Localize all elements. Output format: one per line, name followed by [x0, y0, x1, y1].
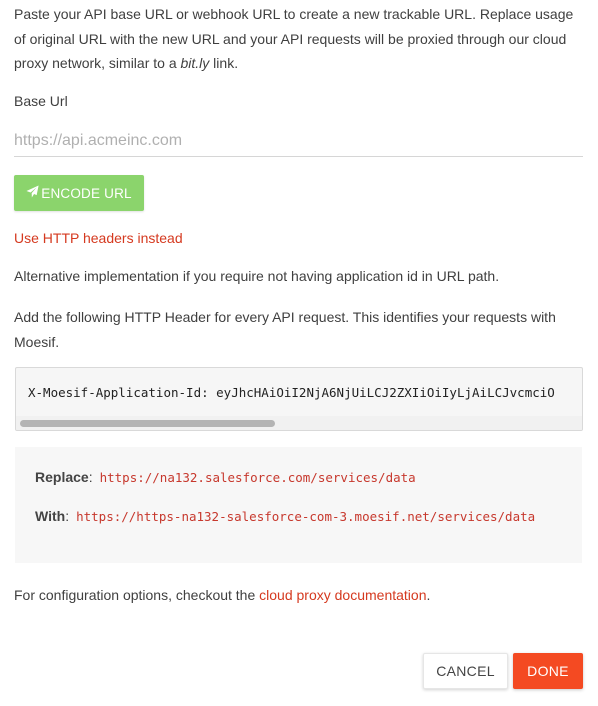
header-code-block: X-Moesif-Application-Id: eyJhcHAiOiI2NjA…	[15, 367, 583, 431]
replace-colon: :	[88, 469, 93, 485]
cancel-button[interactable]: CANCEL	[423, 653, 508, 689]
config-options-text: For configuration options, checkout the …	[14, 587, 430, 603]
add-header-text: Add the following HTTP Header for every …	[14, 309, 556, 350]
encode-url-button[interactable]: ENCODE URL	[14, 175, 144, 211]
with-row: With: https://https-na132-salesforce-com…	[35, 508, 535, 524]
replace-label: Replace	[35, 469, 89, 485]
config-suffix: .	[426, 587, 431, 603]
intro-emphasis: bit.ly	[180, 55, 210, 71]
base-url-input[interactable]	[14, 126, 583, 157]
horizontal-scrollbar[interactable]	[16, 416, 582, 430]
header-code-line: X-Moesif-Application-Id: eyJhcHAiOiI2NjA…	[28, 385, 555, 400]
replace-with-panel: Replace: https://na132.salesforce.com/se…	[15, 447, 582, 563]
intro-text: Paste your API base URL or webhook URL t…	[14, 2, 582, 76]
with-label: With	[35, 508, 66, 524]
intro-text-end: link.	[209, 55, 239, 71]
with-colon: :	[65, 508, 70, 524]
cloud-proxy-documentation-link[interactable]: cloud proxy documentation	[259, 587, 426, 603]
replace-row: Replace: https://na132.salesforce.com/se…	[35, 469, 416, 485]
encode-url-label: ENCODE URL	[41, 185, 132, 201]
done-button[interactable]: DONE	[513, 653, 583, 689]
with-url: https://https-na132-salesforce-com-3.moe…	[76, 508, 536, 524]
replace-url: https://na132.salesforce.com/services/da…	[99, 469, 416, 485]
config-text: For configuration options, checkout the	[14, 587, 260, 603]
use-http-headers-link[interactable]: Use HTTP headers instead	[14, 230, 183, 246]
alternative-implementation-text: Alternative implementation if you requir…	[14, 268, 500, 284]
intro-text-start: Paste your API base URL or webhook URL t…	[14, 6, 574, 71]
scrollbar-thumb[interactable]	[20, 420, 275, 427]
paper-plane-icon	[26, 185, 39, 201]
base-url-label: Base Url	[14, 93, 68, 109]
